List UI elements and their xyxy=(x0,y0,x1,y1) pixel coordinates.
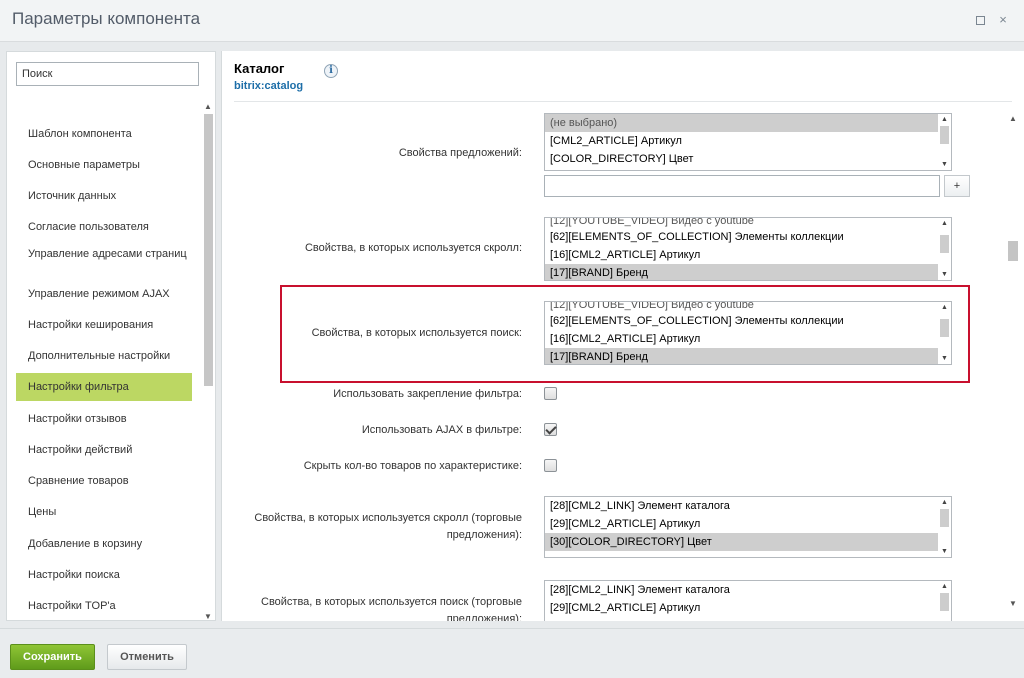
search-props-label: Свойства, в которых используется поиск: xyxy=(311,327,522,339)
hide-count-label: Скрыть кол-во товаров по характеристике: xyxy=(303,460,522,472)
pin-filter-label: Использовать закрепление фильтра: xyxy=(333,388,522,400)
list-item[interactable]: [16][CML2_ARTICLE] Артикул xyxy=(545,246,951,264)
sidebar-item-actions[interactable]: Настройки действий xyxy=(16,444,192,457)
sidebar-item-data-source[interactable]: Источник данных xyxy=(16,190,192,203)
search-offers-listbox[interactable]: [28][CML2_LINK] Элемент каталога [29][CM… xyxy=(544,580,952,621)
scroll-up-icon[interactable]: ▲ xyxy=(941,116,948,123)
sidebar-item-caching[interactable]: Настройки кеширования xyxy=(16,319,192,332)
scroll-props-label: Свойства, в которых используется скролл: xyxy=(304,242,522,254)
scroll-offers-label: Свойства, в которых используется скролл … xyxy=(254,512,522,541)
offer-props-text-input[interactable] xyxy=(544,175,940,197)
dialog-title: Параметры компонента xyxy=(12,9,201,28)
sidebar-item-search-settings[interactable]: Настройки поиска xyxy=(16,569,192,582)
dialog-titlebar: Параметры компонента × xyxy=(0,0,1024,42)
list-item[interactable]: [29][CML2_ARTICLE] Артикул xyxy=(545,515,951,533)
save-button[interactable]: Сохранить xyxy=(10,644,95,670)
listbox-scrollbar[interactable]: ▲ ▼ xyxy=(938,218,951,280)
sidebar-item-top-settings[interactable]: Настройки TOP'а xyxy=(16,600,192,613)
scroll-up-icon[interactable]: ▲ xyxy=(941,220,948,227)
scrollbar-thumb[interactable] xyxy=(1008,241,1018,261)
scroll-up-icon[interactable]: ▲ xyxy=(204,102,212,111)
scroll-down-icon[interactable]: ▼ xyxy=(941,355,948,362)
ajax-filter-checkbox[interactable] xyxy=(544,423,557,436)
offer-props-label: Свойства предложений: xyxy=(398,147,522,159)
sidebar-item-user-consent[interactable]: Согласие пользователя xyxy=(16,221,192,234)
scroll-down-icon[interactable]: ▼ xyxy=(204,612,212,620)
list-item[interactable]: [16][CML2_ARTICLE] Артикул xyxy=(545,330,951,348)
list-item[interactable]: [30][COLOR_DIRECTORY] Цвет xyxy=(545,533,951,551)
hide-count-checkbox[interactable] xyxy=(544,459,557,472)
scroll-up-icon[interactable]: ▲ xyxy=(1009,114,1017,123)
scroll-down-icon[interactable]: ▼ xyxy=(1009,599,1017,608)
search-input[interactable] xyxy=(16,62,199,86)
component-title: Каталог xyxy=(234,61,285,76)
scroll-offers-listbox[interactable]: [28][CML2_LINK] Элемент каталога [29][CM… xyxy=(544,496,952,558)
list-item[interactable]: [CML2_ARTICLE] Артикул xyxy=(545,132,951,150)
scrollbar-thumb[interactable] xyxy=(940,319,949,337)
listbox-scrollbar[interactable]: ▲ ▼ xyxy=(938,302,951,364)
sidebar-item-ajax-mode[interactable]: Управление режимом AJAX xyxy=(16,288,192,301)
cancel-button[interactable]: Отменить xyxy=(107,644,187,670)
scrollbar-thumb[interactable] xyxy=(940,235,949,253)
list-item[interactable]: [12][YOUTUBE_VIDEO] Видео с youtube xyxy=(545,302,951,312)
scroll-down-icon[interactable]: ▼ xyxy=(941,161,948,168)
sidebar-item-compare[interactable]: Сравнение товаров xyxy=(16,475,192,488)
settings-main-panel: Каталог i bitrix:catalog Свойства предло… xyxy=(221,51,1024,621)
sidebar-scrollbar[interactable]: ▲ ▼ xyxy=(202,102,214,620)
list-item[interactable]: [62][ELEMENTS_OF_COLLECTION] Элементы ко… xyxy=(545,312,951,330)
list-item[interactable]: [17][BRAND] Бренд xyxy=(545,264,951,280)
listbox-scrollbar[interactable]: ▲ xyxy=(938,581,951,621)
list-item[interactable]: [62][ELEMENTS_OF_COLLECTION] Элементы ко… xyxy=(545,228,951,246)
sidebar-item-prices[interactable]: Цены xyxy=(16,506,192,519)
close-icon[interactable]: × xyxy=(996,13,1010,27)
sidebar-item-additional[interactable]: Дополнительные настройки xyxy=(16,350,192,363)
listbox-scrollbar[interactable]: ▲ ▼ xyxy=(938,497,951,557)
sidebar-item-add-to-cart[interactable]: Добавление в корзину xyxy=(16,538,192,551)
scroll-down-icon[interactable]: ▼ xyxy=(941,271,948,278)
dialog-footer: Сохранить Отменить xyxy=(0,628,1024,678)
main-scrollbar[interactable]: ▲ ▼ xyxy=(1006,114,1020,614)
scrollbar-thumb[interactable] xyxy=(940,593,949,611)
list-item[interactable]: [28][CML2_LINK] Элемент каталога xyxy=(545,497,951,515)
sidebar-item-reviews[interactable]: Настройки отзывов xyxy=(16,413,192,426)
header-divider xyxy=(234,101,1012,102)
settings-sidebar: ▲ ▼ Шаблон компонента Основные параметры… xyxy=(6,51,216,621)
sidebar-item-component-template[interactable]: Шаблон компонента xyxy=(16,128,192,141)
search-offers-label: Свойства, в которых используется поиск (… xyxy=(261,596,522,621)
scrollbar-thumb[interactable] xyxy=(940,509,949,527)
scroll-up-icon[interactable]: ▲ xyxy=(941,499,948,506)
scrollbar-thumb[interactable] xyxy=(204,114,213,386)
pin-filter-checkbox[interactable] xyxy=(544,387,557,400)
list-item[interactable]: [17][BRAND] Бренд xyxy=(545,348,951,364)
sidebar-item-main-params[interactable]: Основные параметры xyxy=(16,159,192,172)
info-icon[interactable]: i xyxy=(324,64,338,78)
add-row-button[interactable]: + xyxy=(944,175,970,197)
sidebar-item-filter-settings[interactable]: Настройки фильтра xyxy=(16,373,192,401)
scroll-props-listbox[interactable]: [12][YOUTUBE_VIDEO] Видео с youtube [62]… xyxy=(544,217,952,281)
component-id: bitrix:catalog xyxy=(234,80,304,92)
scroll-up-icon[interactable]: ▲ xyxy=(941,304,948,311)
listbox-scrollbar[interactable]: ▲ ▼ xyxy=(938,114,951,170)
scroll-up-icon[interactable]: ▲ xyxy=(941,583,948,590)
search-props-listbox[interactable]: [12][YOUTUBE_VIDEO] Видео с youtube [62]… xyxy=(544,301,952,365)
list-item[interactable]: [12][YOUTUBE_VIDEO] Видео с youtube xyxy=(545,218,951,228)
maximize-icon[interactable] xyxy=(973,13,987,27)
list-item[interactable]: [28][CML2_LINK] Элемент каталога xyxy=(545,581,951,599)
ajax-filter-label: Использовать AJAX в фильтре: xyxy=(361,424,522,436)
offer-props-listbox[interactable]: (не выбрано) [CML2_ARTICLE] Артикул [COL… xyxy=(544,113,952,171)
list-item[interactable]: [29][CML2_ARTICLE] Артикул xyxy=(545,599,951,617)
scroll-down-icon[interactable]: ▼ xyxy=(941,548,948,555)
list-item[interactable]: [COLOR_DIRECTORY] Цвет xyxy=(545,150,951,168)
scrollbar-thumb[interactable] xyxy=(940,126,949,144)
sidebar-item-page-addresses[interactable]: Управление адресами страниц xyxy=(16,248,192,261)
list-item[interactable]: (не выбрано) xyxy=(545,114,951,132)
